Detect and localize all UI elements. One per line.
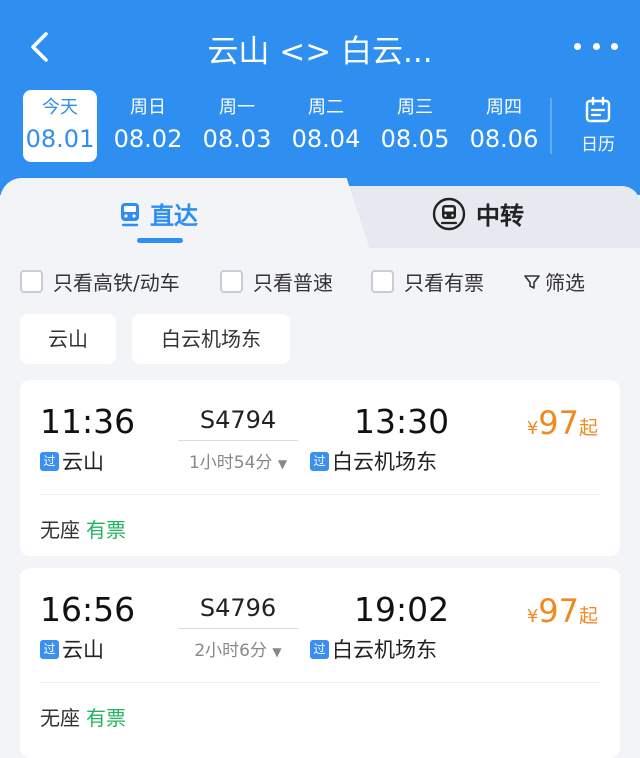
departure-time: 16:56	[40, 590, 136, 629]
duration[interactable]: 2小时6分 ▼	[178, 636, 298, 661]
date-item[interactable]: 周一 08.03	[200, 90, 274, 162]
date-value: 08.05	[380, 125, 450, 153]
date-item[interactable]: 周二 08.04	[289, 90, 363, 162]
filter-normal[interactable]: 只看普速	[220, 267, 333, 296]
calendar-button[interactable]: 日历	[570, 96, 626, 156]
arrival-station-name: 白云机场东	[332, 638, 437, 662]
arrival-station: 过 白云机场东	[310, 446, 437, 476]
back-chevron-icon[interactable]	[22, 28, 62, 68]
seat-availability: 有票	[86, 706, 126, 730]
pass-tag: 过	[40, 451, 59, 471]
filter-label: 筛选	[545, 271, 585, 295]
train-card[interactable]: 16:56 S4796 2小时6分 ▼ 19:02 过 云山 过 白云机场东 ¥…	[20, 568, 620, 758]
pass-tag: 过	[310, 451, 329, 471]
departure-station-name: 云山	[62, 450, 104, 474]
date-label: 周一	[219, 97, 255, 118]
seat-type: 无座	[40, 518, 80, 542]
seat-availability: 有票	[86, 518, 126, 542]
date-value: 08.01	[25, 125, 95, 153]
duration-text: 2小时6分	[194, 641, 267, 661]
route-tabs: 直达 中转	[0, 178, 640, 248]
train-number: S4794	[199, 406, 277, 434]
seat-info: 无座 有票	[40, 514, 126, 543]
date-label: 周三	[397, 97, 433, 118]
date-label: 今天	[42, 97, 78, 118]
filter-high-speed[interactable]: 只看高铁/动车	[20, 267, 180, 296]
tab-direct-label: 直达	[150, 202, 198, 230]
filter-label: 只看有票	[404, 271, 484, 295]
train-icon	[121, 202, 139, 226]
station-chip-departure[interactable]: 云山	[20, 314, 116, 364]
checkbox[interactable]	[220, 270, 243, 293]
seat-info: 无座 有票	[40, 702, 126, 731]
date-label: 周日	[130, 97, 166, 118]
price: ¥ 97 起	[527, 592, 598, 630]
page-title: 云山 <> 白云...	[207, 34, 433, 70]
caret-down-icon: ▼	[272, 645, 282, 659]
filter-screen[interactable]: 筛选	[523, 267, 585, 296]
route-line	[178, 440, 298, 441]
price: ¥ 97 起	[527, 404, 598, 442]
departure-station: 过 云山	[40, 634, 104, 664]
train-card[interactable]: 11:36 S4794 1小时54分 ▼ 13:30 过 云山 过 白云机场东 …	[20, 380, 620, 556]
price-suffix: 起	[578, 417, 598, 439]
pass-tag: 过	[310, 639, 329, 659]
date-value: 08.02	[113, 125, 183, 153]
tab-direct[interactable]: 直达	[118, 196, 198, 231]
filter-label: 只看高铁/动车	[53, 271, 180, 295]
departure-station-name: 云山	[62, 638, 104, 662]
transfer-train-icon	[432, 197, 466, 230]
date-label: 周二	[308, 97, 344, 118]
arrival-time: 19:02	[354, 590, 450, 629]
date-label: 周四	[486, 97, 522, 118]
tab-transfer[interactable]: 中转	[432, 196, 524, 231]
arrival-time: 13:30	[354, 402, 450, 441]
divider	[40, 494, 600, 495]
date-divider	[550, 98, 552, 154]
header: 云山 <> 白云...	[0, 0, 640, 92]
price-suffix: 起	[578, 605, 598, 627]
date-item[interactable]: 周四 08.06	[467, 90, 541, 162]
filter-available[interactable]: 只看有票	[371, 267, 484, 296]
date-item[interactable]: 周日 08.02	[111, 90, 185, 162]
train-number: S4796	[199, 594, 277, 622]
station-chip-arrival[interactable]: 白云机场东	[132, 314, 290, 364]
duration[interactable]: 1小时54分 ▼	[178, 448, 298, 473]
departure-station: 过 云山	[40, 446, 104, 476]
checkbox[interactable]	[20, 270, 43, 293]
station-chips: 云山 白云机场东	[0, 314, 640, 364]
funnel-icon	[524, 274, 540, 289]
filter-bar: 只看高铁/动车 只看普速 只看有票 筛选	[0, 262, 640, 298]
price-currency: ¥	[526, 418, 539, 439]
route-line	[178, 628, 298, 629]
divider	[40, 682, 600, 683]
more-dots-icon[interactable]	[574, 34, 618, 58]
date-value: 08.06	[469, 125, 539, 153]
tab-underline	[137, 238, 183, 243]
date-item[interactable]: 周三 08.05	[378, 90, 452, 162]
calendar-icon	[585, 96, 611, 123]
duration-text: 1小时54分	[188, 453, 273, 473]
pass-tag: 过	[40, 639, 59, 659]
filter-label: 只看普速	[253, 271, 333, 295]
price-currency: ¥	[526, 606, 539, 627]
date-today[interactable]: 今天 08.01	[23, 90, 97, 162]
tab-transfer-label: 中转	[476, 202, 524, 230]
seat-type: 无座	[40, 706, 80, 730]
arrival-station-name: 白云机场东	[332, 450, 437, 474]
date-selector: 今天 08.01 周日 08.02 周一 08.03 周二 08.04 周三 0…	[0, 90, 640, 162]
arrival-station: 过 白云机场东	[310, 634, 437, 664]
date-value: 08.04	[291, 125, 361, 153]
caret-down-icon: ▼	[277, 457, 288, 471]
departure-time: 11:36	[40, 402, 136, 441]
calendar-label: 日历	[581, 135, 615, 155]
price-amount: 97	[538, 592, 579, 630]
date-value: 08.03	[202, 125, 272, 153]
price-amount: 97	[538, 404, 579, 442]
checkbox[interactable]	[371, 270, 394, 293]
